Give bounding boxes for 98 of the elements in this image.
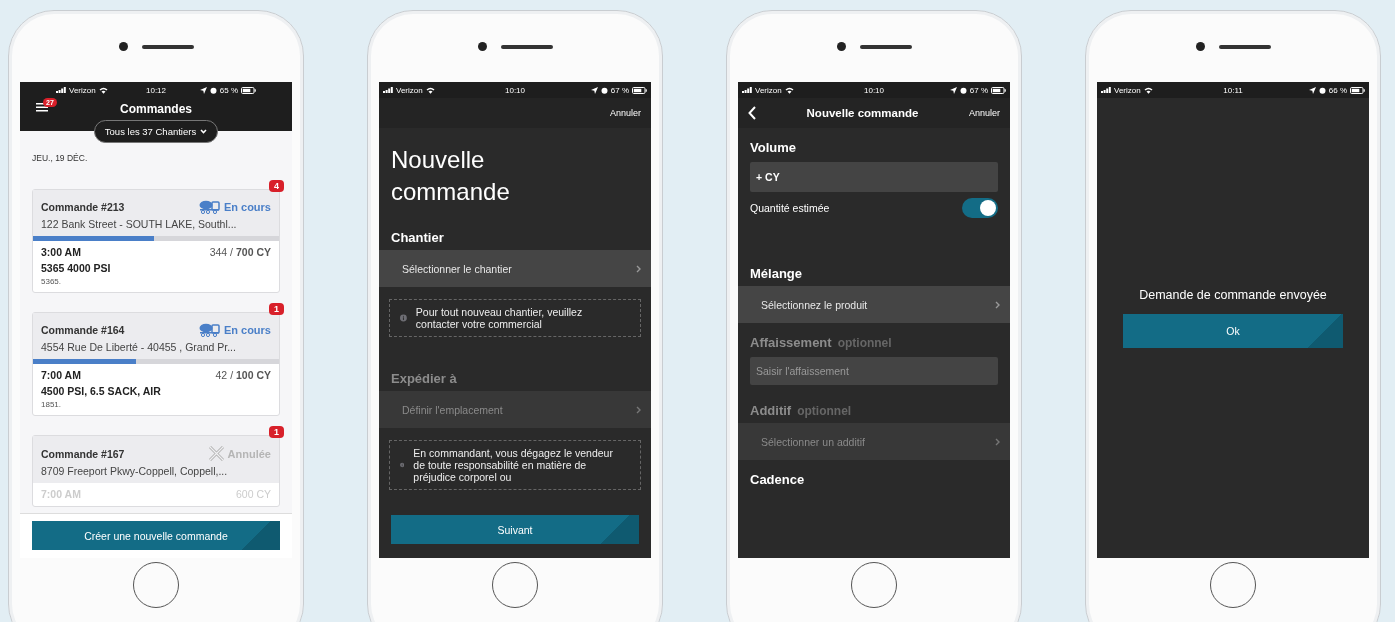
chevron-right-icon	[995, 300, 1000, 309]
product-name: 4500 PSI, 6.5 SACK, AIR	[41, 385, 162, 397]
mixer-truck-icon	[198, 323, 220, 337]
next-button[interactable]: Suivant	[391, 515, 639, 544]
location-icon	[949, 86, 957, 94]
count-badge: 4	[269, 180, 284, 192]
order-status: En cours	[198, 323, 271, 337]
section-heading: Chantier	[391, 230, 444, 245]
wifi-icon	[784, 86, 794, 94]
location-icon	[590, 86, 598, 94]
site-address: 4554 Rue De Liberté - 40455 , Grand Pr...	[41, 341, 237, 353]
carrier-name: Verizon	[1114, 85, 1141, 95]
carrier-name: Verizon	[755, 85, 782, 95]
battery-percent: 67 %	[969, 85, 988, 95]
mixer-truck-icon	[198, 200, 220, 214]
speaker-slot	[500, 44, 553, 49]
toggle-label: Quantité estimée	[750, 202, 830, 214]
ok-button[interactable]: Ok	[1123, 314, 1343, 348]
signal-icon	[56, 87, 66, 93]
battery-icon	[632, 86, 647, 94]
order-card[interactable]: Commande #164 En cours 4554 Rue De Liberté - 40455 , Grand Pr... 7:00 AM 42 / 100 CY 4500 PSI, 6.5 SACK, AIR 1851.	[32, 312, 280, 416]
note-text: Pour tout nouveau chantier, veuillez contacter votre commercial	[415, 306, 584, 330]
section-heading: Volume	[750, 140, 796, 155]
order-number: Commande #164	[41, 324, 125, 336]
order-status: Annulée	[208, 446, 271, 461]
order-status: En cours	[198, 200, 271, 214]
order-number: Commande #213	[41, 201, 125, 213]
battery-icon	[241, 86, 256, 94]
carrier-name: Verizon	[69, 85, 96, 95]
order-number: Commande #167	[41, 447, 125, 460]
chevron-down-icon	[200, 129, 208, 134]
quantity: 344 / 700 CY	[209, 246, 271, 258]
delivery-time: 3:00 AM	[41, 246, 81, 258]
info-icon	[400, 460, 405, 470]
screen-title: Nouvelle commande	[805, 107, 920, 119]
toggle-switch[interactable]	[962, 198, 998, 218]
battery-icon	[1350, 86, 1365, 94]
battery-percent: 66 %	[1328, 85, 1347, 95]
delivery-time: 7:00 AM	[41, 369, 81, 381]
chevron-right-icon	[636, 264, 641, 273]
speaker-slot	[859, 44, 912, 49]
product-code: 5365.	[41, 277, 63, 286]
chevron-right-icon	[995, 437, 1000, 446]
speaker-slot	[141, 44, 194, 49]
optional-label: optionnel	[837, 336, 892, 350]
cancel-link[interactable]: Annuler	[609, 108, 641, 118]
section-heading: Mélange	[750, 266, 802, 281]
site-filter-dropdown[interactable]: Tous les 37 Chantiers	[93, 120, 219, 143]
note-text: En commandant, vous dégagez le vendeur de toute responsabilité en matière de préjudice corporel ou	[413, 447, 614, 483]
cancel-link[interactable]: Annuler	[968, 108, 1000, 118]
product-name: 5365 4000 PSI	[41, 262, 112, 274]
back-icon[interactable]	[748, 106, 756, 120]
section-heading: Cadence	[750, 472, 805, 487]
signal-icon	[1101, 87, 1111, 93]
slump-input[interactable]: Saisir l'affaissement	[750, 357, 998, 385]
location-icon	[1308, 86, 1316, 94]
camera-dot	[477, 42, 487, 51]
create-order-button[interactable]: Créer une nouvelle commande	[32, 521, 280, 550]
battery-icon	[991, 86, 1006, 94]
page-heading: Nouvelle commande	[391, 145, 511, 207]
signal-icon	[383, 87, 393, 93]
volume-input[interactable]: + CY	[750, 162, 998, 192]
camera-dot	[1195, 42, 1205, 51]
site-address: 8709 Freeport Pkwy-Coppell, Coppell,...	[41, 465, 229, 477]
chevron-right-icon	[636, 405, 641, 414]
site-address: 122 Bank Street - SOUTH LAKE, Southl...	[41, 218, 238, 230]
camera-dot	[118, 42, 128, 51]
order-card[interactable]: Commande #213 En cours 122 Bank Street - SOUTH LAKE, Southl... 3:00 AM 344 / 700 CY 5365 4000 PSI 5365.	[32, 189, 280, 293]
screen-title: Commandes	[120, 102, 192, 116]
count-badge: 1	[269, 303, 284, 315]
speaker-slot	[1218, 44, 1271, 49]
signal-icon	[742, 87, 752, 93]
wifi-icon	[98, 86, 108, 94]
carrier-name: Verizon	[396, 85, 423, 95]
clock-time: 10:10	[864, 85, 884, 95]
camera-dot	[836, 42, 846, 51]
location-icon	[199, 86, 207, 94]
wifi-icon	[1143, 86, 1153, 94]
optional-label: optionnel	[797, 404, 852, 418]
select-row[interactable]: Sélectionner le chantier	[379, 250, 651, 287]
count-badge: 1	[269, 426, 284, 438]
section-heading: Affaissement	[750, 335, 832, 350]
battery-percent: 67 %	[610, 85, 629, 95]
info-icon	[400, 313, 407, 323]
menu-icon[interactable]	[36, 102, 48, 112]
confirmation-message: Demande de commande envoyée	[1139, 288, 1327, 302]
select-row[interactable]: Sélectionnez le produit	[738, 286, 1010, 323]
section-heading: Expédier à	[391, 371, 457, 386]
x-icon	[208, 446, 224, 461]
battery-percent: 65 %	[219, 85, 238, 95]
product-code: 1851.	[41, 400, 63, 409]
date-heading: JEU., 19 DÉC.	[32, 153, 89, 163]
clock-time: 10:11	[1223, 85, 1243, 95]
section-heading: Additif	[750, 403, 792, 418]
clock-time: 10:10	[505, 85, 525, 95]
wifi-icon	[425, 86, 435, 94]
clock-time: 10:12	[146, 85, 166, 95]
quantity: 42 / 100 CY	[215, 369, 271, 381]
